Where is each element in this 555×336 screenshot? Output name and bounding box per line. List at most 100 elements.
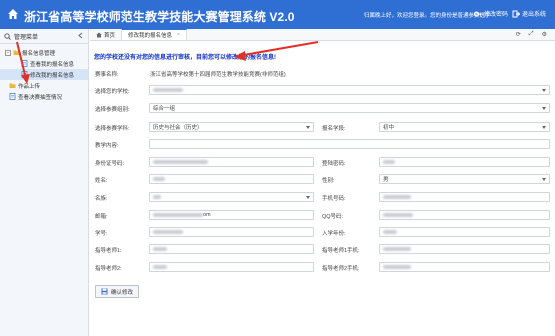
tab-tools: ⟳ ⤢ ⚙ — [516, 31, 547, 38]
subject-value: 历史与社会（历史） — [153, 125, 203, 131]
qq-value — [383, 213, 413, 217]
close-icon[interactable]: × — [177, 32, 180, 38]
sidebar-item-label: 作品上传 — [18, 83, 41, 90]
email-value-suffix: om — [203, 212, 211, 218]
tab-edit-registration[interactable]: 修改我的报名信息 × — [122, 29, 187, 40]
change-password-label: 修改密码 — [484, 12, 509, 18]
qq-input[interactable] — [379, 210, 550, 220]
collapse-icon[interactable] — [77, 32, 84, 41]
sidebar-item-edit-registration[interactable]: 修改我的报名信息 — [0, 69, 88, 80]
level-value: 初中 — [383, 125, 395, 131]
subject-label: 选择参赛学科: — [95, 126, 130, 132]
welcome-text: 归属晚上好，欢迎您登录。您的身份是普通参赛选手 — [364, 11, 491, 19]
student-id-value — [153, 230, 183, 234]
tab-label: 修改我的报名信息 — [128, 33, 173, 39]
document-icon — [9, 93, 16, 100]
category-label: 选择参赛组别: — [95, 107, 130, 113]
document-icon — [21, 60, 28, 67]
phone-input[interactable] — [379, 192, 550, 202]
email-label: 邮箱: — [95, 214, 108, 220]
student-id-label: 学号: — [95, 231, 108, 237]
category-value: 综合一组 — [153, 106, 176, 112]
confirm-edit-button[interactable]: 确认修改 — [95, 285, 140, 298]
menu-search-icon — [4, 32, 11, 40]
sidebar-header: 管理菜单 — [0, 29, 88, 44]
welcome-prefix: 归属晚上好，欢迎您登录。 — [364, 13, 431, 19]
app-header: 浙江省高等学校师范生教学技能大赛管理系统 V2.0 归属晚上好，欢迎您登录。您的… — [0, 0, 555, 29]
enroll-year-label: 入学年份: — [322, 231, 346, 237]
teacher2-input[interactable] — [149, 262, 314, 272]
gender-select[interactable]: 男 — [379, 174, 550, 184]
teacher1-phone-value — [383, 247, 411, 251]
gender-label: 性别: — [322, 178, 335, 184]
name-input[interactable] — [149, 174, 314, 184]
level-select[interactable]: 初中 — [379, 122, 550, 132]
app-title: 浙江省高等学校师范生教学技能大赛管理系统 V2.0 — [24, 10, 295, 24]
level-label: 报名学段: — [322, 126, 346, 132]
logout-button[interactable]: 退出系统 — [512, 9, 546, 18]
tab-label: 首页 — [104, 32, 116, 39]
teacher2-value — [153, 265, 167, 269]
sidebar-item-label: 查看我的报名信息 — [30, 61, 75, 68]
teacher1-phone-label: 指导老师1手机: — [322, 248, 360, 254]
password-input[interactable] — [379, 157, 550, 167]
sidebar-title: 管理菜单 — [14, 34, 39, 41]
folder-icon — [13, 50, 20, 55]
password-label: 登陆密码: — [322, 161, 346, 167]
name-value — [153, 177, 165, 181]
teacher2-phone-label: 指导老师2手机: — [322, 266, 360, 272]
competition-value: 浙江省高等学校第十四届师范生教学技能竞赛(非师范组) — [150, 72, 286, 78]
teacher1-phone-input[interactable] — [379, 244, 550, 254]
phone-label: 手机号码: — [322, 196, 346, 202]
id-input[interactable] — [149, 157, 314, 167]
teacher1-input[interactable] — [149, 244, 314, 254]
collapse-toggle-icon[interactable]: − — [5, 49, 11, 56]
tab-home[interactable]: 首页 — [90, 29, 123, 40]
category-select[interactable]: 综合一组 — [149, 103, 550, 113]
maximize-icon[interactable]: ⤢ — [529, 31, 534, 38]
content-input[interactable] — [149, 139, 550, 149]
change-password-button[interactable]: 修改密码 — [474, 9, 508, 18]
confirm-edit-label: 确认修改 — [111, 289, 134, 296]
refresh-icon[interactable]: ⟳ — [516, 31, 521, 38]
home-icon — [96, 32, 102, 37]
main-content: 首页 修改我的报名信息 × ⟳ ⤢ ⚙ 您的学校还没有对您的信息进行审核，目前您… — [90, 29, 555, 336]
sidebar-item-view-registration[interactable]: 查看我的报名信息 — [0, 58, 88, 69]
subject-select[interactable]: 历史与社会（历史） — [149, 122, 314, 132]
tab-bar: 首页 修改我的报名信息 × ⟳ ⤢ ⚙ — [90, 29, 555, 41]
sidebar-item-label: 查看决赛抽签情况 — [18, 94, 63, 101]
teacher1-value — [153, 247, 167, 251]
home-icon[interactable] — [7, 8, 19, 20]
enroll-year-input[interactable] — [379, 227, 550, 237]
ethnicity-select[interactable] — [149, 192, 314, 202]
phone-value — [383, 195, 411, 199]
id-value — [153, 160, 208, 164]
settings-icon[interactable]: ⚙ — [542, 31, 547, 38]
save-icon — [101, 288, 108, 295]
email-input[interactable]: om — [149, 210, 314, 220]
school-value — [153, 88, 183, 92]
qq-label: QQ号码: — [322, 214, 344, 220]
sidebar-item-registration[interactable]: − 报名信息管理 — [0, 47, 88, 58]
email-value-hidden — [153, 213, 203, 217]
menu-tree: − 报名信息管理 查看我的报名信息 修改我的报名信息 作品上传 查看决赛抽签情况 — [0, 44, 88, 102]
id-label: 身份证号码: — [95, 161, 125, 167]
sidebar-item-label: 报名信息管理 — [22, 50, 56, 57]
school-label: 选择您的学校: — [95, 89, 130, 95]
sidebar-item-label: 修改我的报名信息 — [30, 72, 75, 79]
logout-label: 退出系统 — [522, 12, 547, 18]
password-value — [383, 160, 395, 164]
document-icon — [21, 71, 28, 78]
competition-label: 赛事名称: — [95, 72, 119, 78]
teacher2-phone-value — [383, 265, 411, 269]
content-label: 教学内容: — [95, 143, 119, 149]
sidebar-item-upload[interactable]: 作品上传 — [0, 80, 88, 91]
folder-icon — [9, 83, 16, 88]
sidebar-item-draw-results[interactable]: 查看决赛抽签情况 — [0, 91, 88, 102]
school-select[interactable] — [149, 85, 550, 95]
name-label: 姓名: — [95, 178, 108, 184]
ethnicity-value — [153, 195, 161, 199]
student-id-input[interactable] — [149, 227, 314, 237]
teacher1-label: 指导老师1: — [95, 248, 122, 254]
teacher2-phone-input[interactable] — [379, 262, 550, 272]
